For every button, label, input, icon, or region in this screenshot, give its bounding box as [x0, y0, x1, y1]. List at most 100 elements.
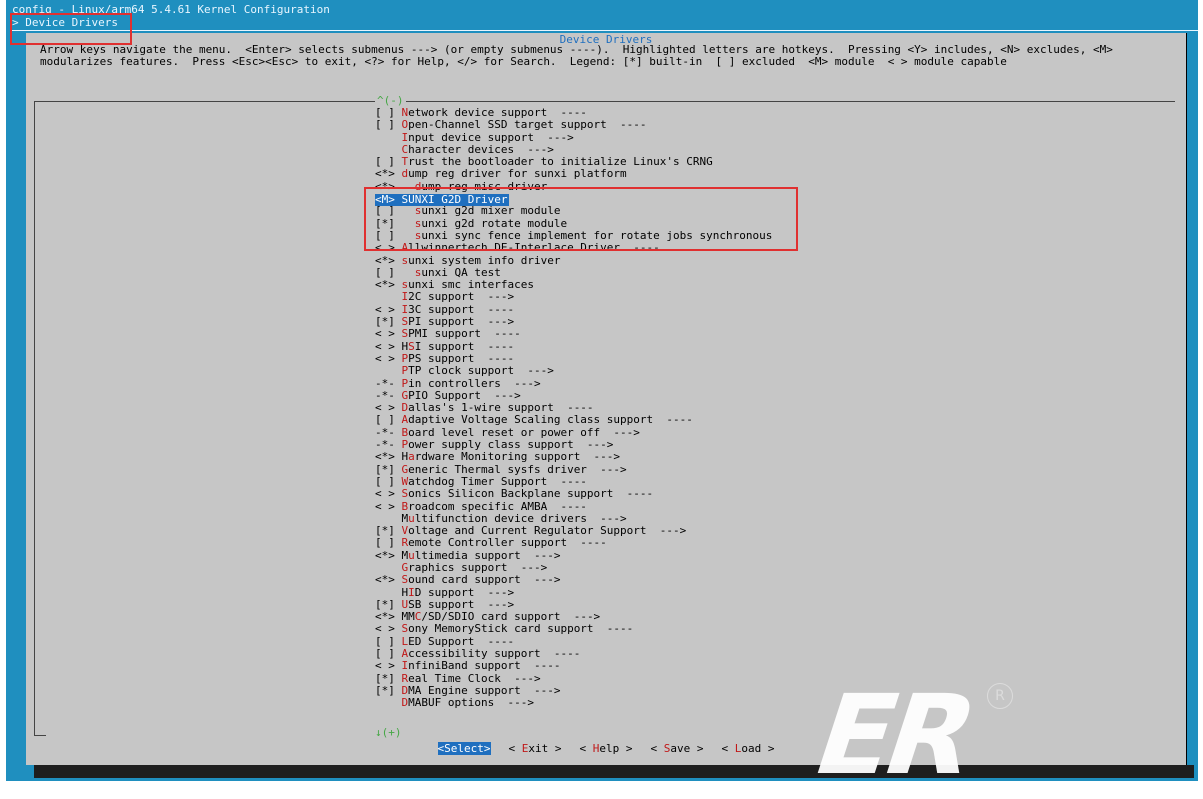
menu-item-label: emote Controller support ----: [408, 536, 607, 550]
menu-item-prefix: [375, 561, 402, 574]
menu-item-label: haracter devices --->: [408, 142, 554, 156]
menu-item-label: MA Engine support --->: [408, 683, 561, 697]
menu-item-label: etwork device support ----: [408, 106, 587, 119]
menu-item-prefix: <*> MM: [375, 610, 415, 624]
menu-item-label: roadcom specific AMBA ----: [408, 499, 587, 513]
menu-item-label: MABUF options --->: [408, 696, 534, 710]
menu-item-prefix: <*>: [375, 253, 402, 267]
registered-mark-icon: R: [987, 683, 1013, 709]
menu-item-label: pen-Channel SSD target support ----: [408, 118, 647, 132]
menu-item-prefix: <*> M: [375, 548, 409, 562]
menu-item-label: eal Time Clock --->: [408, 671, 541, 685]
menu-item[interactable]: DMABUF options --->: [375, 697, 772, 709]
exit-button[interactable]: < Exit >: [509, 742, 562, 755]
menu-item-label: nfiniBand support ----: [408, 659, 561, 673]
annotation-breadcrumb-box: [10, 13, 132, 45]
menu-item-prefix: < >: [375, 401, 402, 415]
menu-item-hotkey: u: [408, 511, 415, 525]
menu-item-prefix: M: [375, 511, 409, 525]
button-label: elect>: [450, 742, 491, 755]
menu-item-prefix: [ ]: [375, 118, 402, 132]
dialog-shadow: [34, 765, 1194, 778]
button-bar: <Select> < Exit > < Help > < Save > < Load >: [26, 742, 1186, 755]
button-label: oad >: [741, 742, 775, 755]
menu-item-prefix: [ ]: [375, 474, 402, 488]
menu-item-prefix: < >: [375, 327, 402, 341]
menu-item-prefix: -*-: [375, 376, 402, 390]
menu-item-prefix: -*-: [375, 388, 402, 402]
menu-box-corner: [34, 735, 46, 736]
menu-item-prefix: [*]: [375, 683, 402, 697]
menu-item-label: unxi QA test: [421, 265, 501, 279]
menu-item-prefix: [ ]: [375, 265, 415, 279]
menuconfig-dialog: Device Drivers Arrow keys navigate the m…: [26, 33, 1187, 765]
menu-item-prefix: [*]: [375, 462, 402, 476]
menu-item-prefix: [375, 131, 402, 144]
menu-item-prefix: <*> H: [375, 450, 409, 464]
menu-item-hotkey: I: [408, 585, 415, 599]
menu-item-label: ower supply class support --->: [408, 438, 614, 452]
button-label: elp >: [599, 742, 633, 755]
menu-item-prefix: [375, 290, 402, 303]
menu-item-hotkey: u: [408, 548, 415, 562]
menu-item-label: unxi smc interfaces: [408, 278, 534, 292]
menu-item-label: PMI support ----: [408, 327, 521, 341]
menu-item-prefix: < >: [375, 622, 402, 636]
menu-item-label: ltimedia support --->: [414, 548, 561, 562]
terminal-screen: config - Linux/arm64 5.4.61 Kernel Confi…: [6, 0, 1198, 781]
button-label: ave >: [670, 742, 704, 755]
menu-item-prefix: [*]: [375, 524, 402, 538]
menu-item-prefix: < > H: [375, 339, 409, 353]
menu-item-label: raphics support --->: [408, 560, 548, 574]
menu-item-label: oltage and Current Regulator Support ---…: [408, 524, 687, 538]
menu-item-prefix: [375, 696, 402, 709]
menu-item-prefix: [ ]: [375, 536, 402, 550]
menu-item-label: allas's 1-wire support ----: [408, 401, 594, 415]
menu-item-label: PS support ----: [408, 351, 515, 365]
menu-item-prefix: <*>: [375, 278, 402, 292]
menu-item-label: ltifunction device drivers --->: [414, 511, 627, 525]
help-button[interactable]: < Help >: [580, 742, 633, 755]
help-text: Arrow keys navigate the menu. <Enter> se…: [40, 43, 1113, 68]
menu-item-label: rdware Monitoring support --->: [414, 450, 621, 464]
scroll-down-indicator[interactable]: ↓(+): [375, 727, 402, 739]
menu-item-label: onics Silicon Backplane support ----: [408, 487, 654, 501]
button-hotkey: S: [444, 742, 451, 755]
menu-item-hotkey: a: [408, 450, 415, 464]
menu-item-prefix: < >: [375, 487, 402, 501]
button-bracket: <: [650, 742, 664, 755]
menu-item-label: nput device support --->: [408, 130, 574, 144]
save-button[interactable]: < Save >: [651, 742, 704, 755]
menu-item-prefix: < >: [375, 499, 402, 513]
menu-item-prefix: <*>: [375, 167, 402, 181]
load-button[interactable]: < Load >: [722, 742, 775, 755]
menu-item-prefix: < >: [375, 302, 402, 316]
menu-item-label: unxi system info driver: [408, 253, 561, 267]
menu-item-prefix: -*-: [375, 438, 402, 452]
menu-item-label: ED Support ----: [408, 634, 515, 648]
menu-item-prefix: [ ]: [375, 106, 402, 119]
menu-item-label: atchdog Timer Support ----: [408, 474, 587, 488]
menu-item-label: PI support --->: [408, 315, 515, 329]
menu-item-prefix: [375, 143, 402, 156]
menu-item-label: SB support --->: [408, 597, 515, 611]
menu-item-label: daptive Voltage Scaling class support --…: [408, 413, 693, 427]
menu-item-label: I support ----: [414, 339, 515, 353]
menu-item-prefix: [*]: [375, 671, 402, 685]
menu-item-label: 2C support --->: [408, 290, 515, 304]
menu-item-prefix: [375, 364, 402, 377]
menu-item-hotkey: S: [408, 339, 415, 353]
menu-item-prefix: [*]: [375, 315, 402, 329]
menu-item-label: TP clock support --->: [408, 364, 554, 378]
menu-item-prefix: < >: [375, 351, 402, 365]
menu-item-label: ump reg driver for sunxi platform: [408, 167, 627, 181]
menu-item-prefix: < >: [375, 659, 402, 673]
menu-item-prefix: [ ]: [375, 634, 402, 648]
menu-item-label: /SD/SDIO card support --->: [421, 610, 601, 624]
menu-item-prefix: [*]: [375, 597, 402, 611]
menu-item-prefix: [ ]: [375, 647, 402, 661]
select-button[interactable]: <Select>: [437, 742, 491, 755]
menu-item-label: rust the bootloader to initialize Linux'…: [408, 155, 713, 169]
menu-item-label: D support --->: [414, 585, 515, 599]
menu-item-prefix: <*>: [375, 573, 402, 587]
